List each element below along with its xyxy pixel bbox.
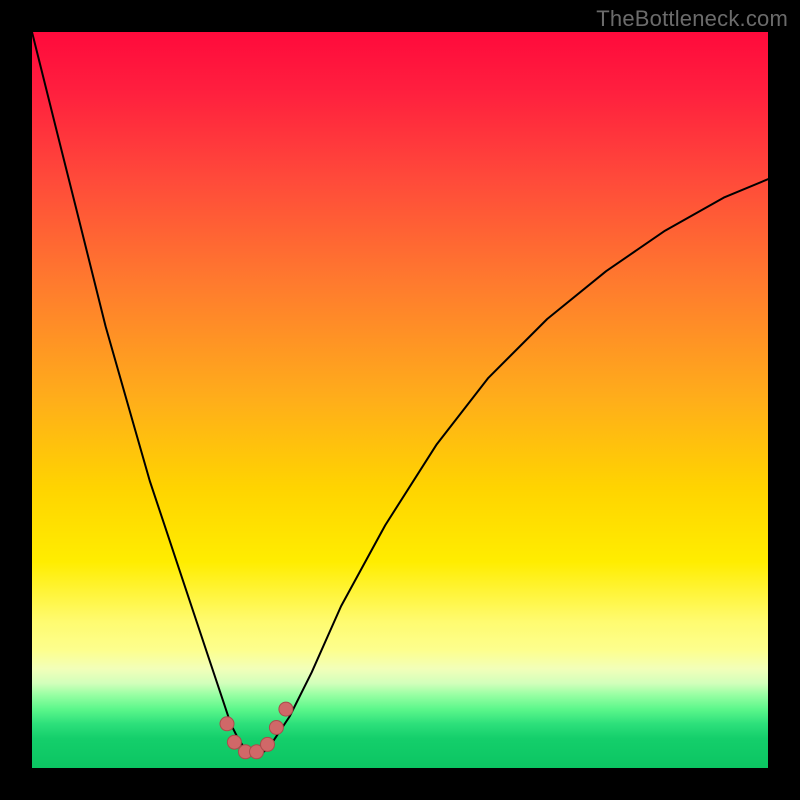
curve-markers [220,702,293,759]
plot-area [32,32,768,768]
bottleneck-curve [32,32,768,753]
chart-svg [32,32,768,768]
marker-dot [220,717,234,731]
marker-dot [279,702,293,716]
marker-dot [269,721,283,735]
chart-frame: TheBottleneck.com [0,0,800,800]
watermark-text: TheBottleneck.com [596,6,788,32]
marker-dot [227,735,241,749]
marker-dot [261,737,275,751]
